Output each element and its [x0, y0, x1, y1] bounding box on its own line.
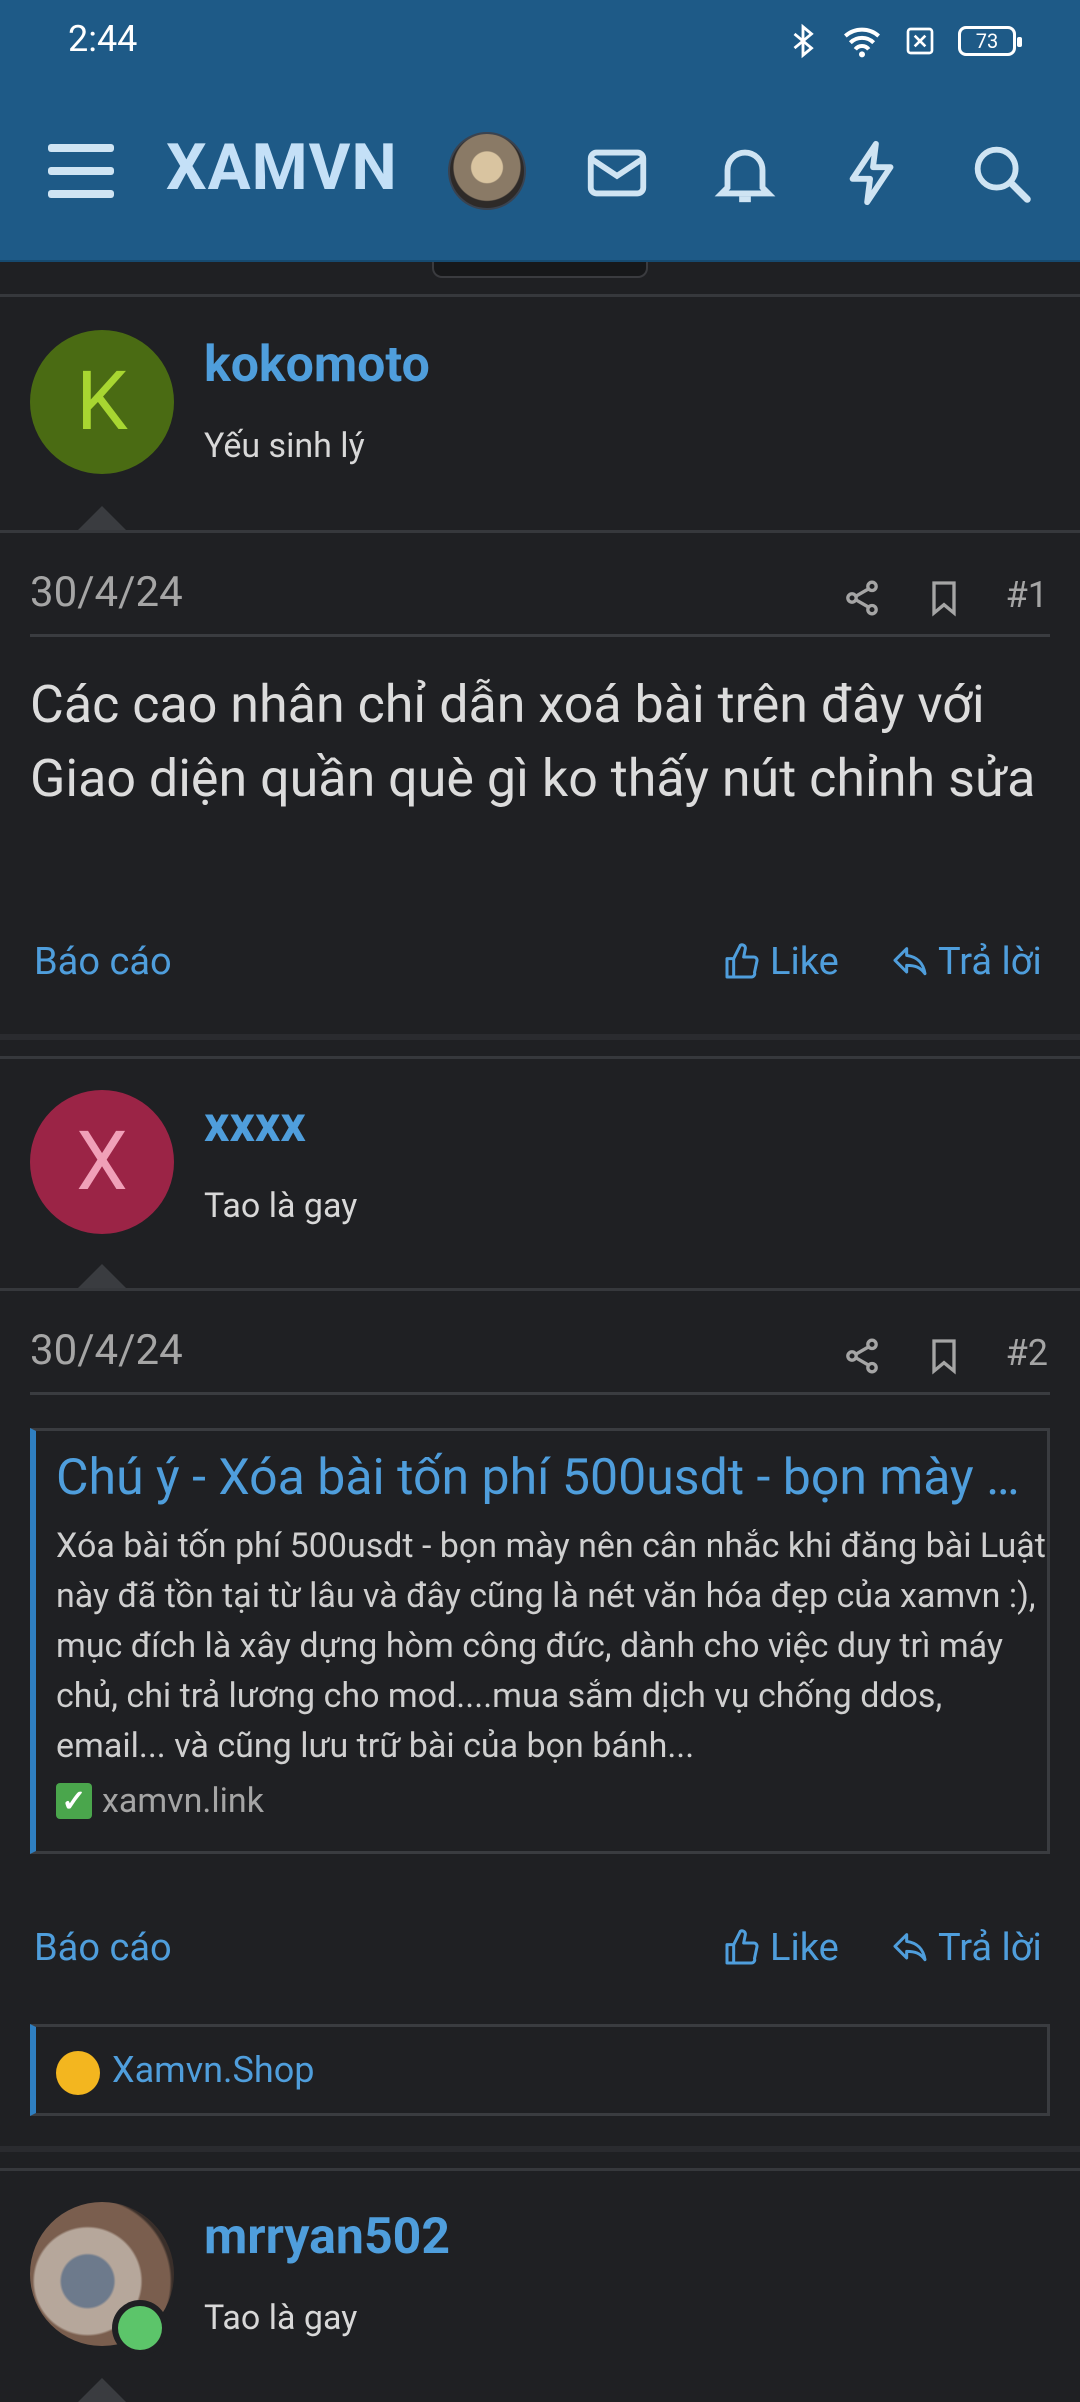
like-button[interactable]: Like [722, 940, 839, 984]
post-number[interactable]: #2 [1006, 1332, 1048, 1374]
bell-icon[interactable] [710, 138, 780, 208]
reply-icon [893, 947, 927, 976]
share-icon[interactable] [842, 1336, 882, 1376]
report-link[interactable]: Báo cáo [34, 1926, 172, 1970]
laughing-emoji-icon [56, 2051, 100, 2095]
check-icon: ✓ [56, 1783, 92, 1819]
report-label: Báo cáo [34, 940, 172, 984]
reply-label: Trả lời [938, 940, 1042, 984]
bookmark-icon[interactable] [924, 578, 964, 618]
search-icon[interactable] [966, 138, 1036, 208]
menu-icon[interactable] [48, 144, 114, 198]
reply-button[interactable]: Trả lời [890, 1926, 1042, 1970]
post-date[interactable]: 30/4/24 [30, 1326, 183, 1375]
reply-button[interactable]: Trả lời [890, 940, 1042, 984]
divider [0, 2168, 1080, 2171]
like-label: Like [770, 940, 839, 984]
post-caret [78, 2378, 126, 2402]
account-avatar[interactable] [448, 132, 526, 210]
post-caret [78, 1264, 126, 1288]
wifi-icon [844, 27, 880, 58]
post-gap [0, 1034, 1080, 1040]
username[interactable]: xxxx [204, 1096, 306, 1154]
user-title: Tao là gay [204, 2298, 358, 2338]
report-label: Báo cáo [34, 1926, 172, 1970]
avatar-letter: X [76, 1114, 128, 1210]
post-gap [0, 2146, 1080, 2152]
sim-disabled-icon [906, 27, 934, 55]
username[interactable]: kokomoto [204, 336, 430, 394]
thumbs-up-icon [725, 1929, 759, 1965]
battery-icon: 73 [958, 26, 1022, 56]
like-label: Like [770, 1926, 839, 1970]
post-date[interactable]: 30/4/24 [30, 568, 183, 617]
divider [30, 1392, 1050, 1395]
post-caret [78, 506, 126, 530]
preview-source[interactable]: ✓ xamvn.link [56, 1781, 264, 1821]
signature-link[interactable]: Xamvn.Shop [112, 2049, 314, 2091]
username[interactable]: mrryan502 [204, 2208, 450, 2266]
share-icon[interactable] [842, 578, 882, 618]
avatar-letter: K [76, 354, 128, 450]
system-icons: 73 [786, 22, 1022, 60]
reply-icon [893, 1933, 927, 1962]
link-preview-card[interactable]: Chú ý - Xóa bài tốn phí 500usdt - bọn mà… [30, 1428, 1050, 1854]
bolt-icon[interactable] [838, 138, 908, 208]
divider [0, 530, 1080, 533]
preview-excerpt: Xóa bài tốn phí 500usdt - bọn mày nên câ… [56, 1526, 1046, 1766]
user-title: Tao là gay [204, 1186, 358, 1226]
report-link[interactable]: Báo cáo [34, 940, 172, 984]
signature-box[interactable]: Xamvn.Shop [30, 2024, 1050, 2116]
post-number[interactable]: #1 [1006, 574, 1048, 616]
online-status-icon [112, 2300, 168, 2356]
collapsed-tab[interactable] [432, 262, 648, 278]
site-logo[interactable]: XAMVN [166, 130, 398, 205]
divider [0, 1056, 1080, 1059]
divider [0, 1288, 1080, 1291]
status-bar: 2:44 73 [0, 0, 1080, 84]
reply-label: Trả lời [938, 1926, 1042, 1970]
divider [30, 634, 1050, 637]
status-time: 2:44 [68, 18, 138, 60]
battery-level: 73 [975, 29, 999, 53]
user-title: Yếu sinh lý [204, 426, 365, 466]
user-avatar[interactable]: K [30, 330, 174, 474]
user-avatar[interactable]: X [30, 1090, 174, 1234]
post-message: Các cao nhân chỉ dẫn xoá bài trên đây vớ… [30, 674, 1036, 809]
top-navbar: XAMVN [0, 84, 1080, 262]
preview-title[interactable]: Chú ý - Xóa bài tốn phí 500usdt - bọn mà… [56, 1449, 1036, 1507]
mail-icon[interactable] [582, 138, 652, 208]
divider [0, 294, 1080, 297]
like-button[interactable]: Like [722, 1926, 839, 1970]
bluetooth-icon [793, 23, 814, 59]
bookmark-icon[interactable] [924, 1336, 964, 1376]
preview-domain: xamvn.link [102, 1781, 264, 1821]
thumbs-up-icon [725, 943, 759, 979]
